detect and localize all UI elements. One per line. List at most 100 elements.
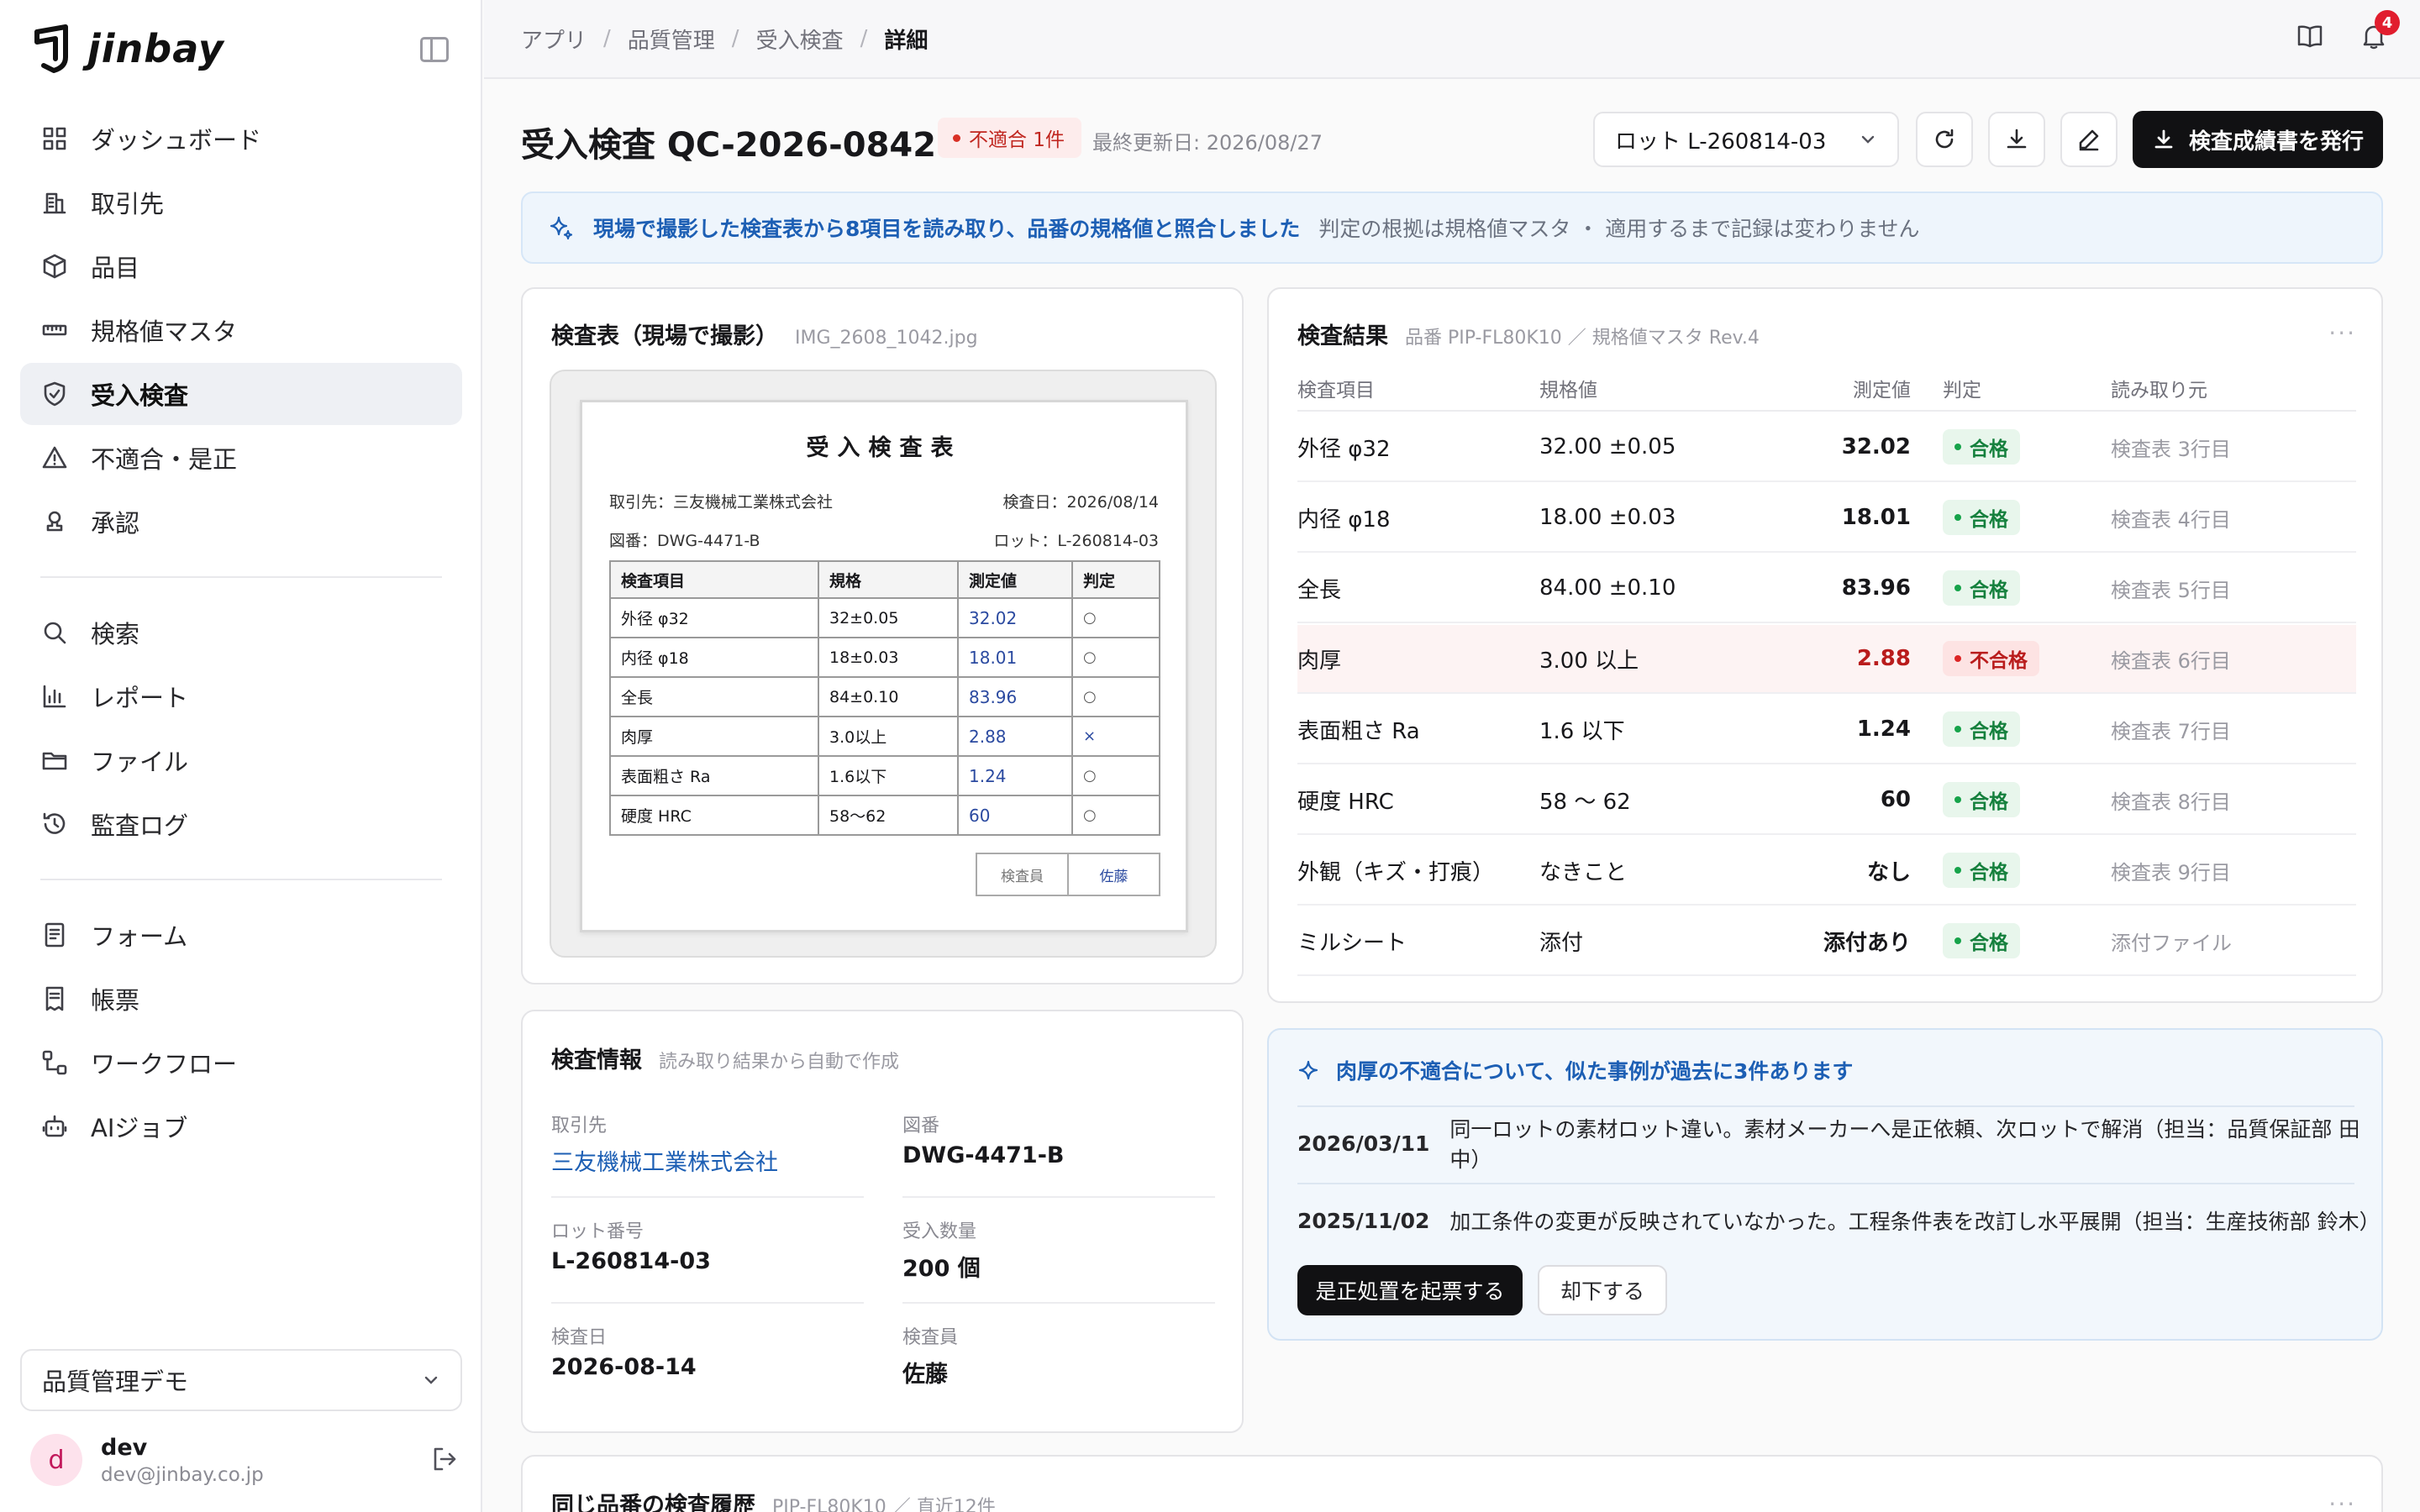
paper-cell: 58〜62 (818, 795, 959, 836)
result-source: 検査表 7行目 (2111, 719, 2231, 743)
sidebar-item-search[interactable]: 検索 (20, 601, 462, 664)
similar-case-item[interactable]: 2026/03/11 同一ロットの素材ロット違い。素材メーカーへ是正依頼、次ロット… (1297, 1117, 2381, 1172)
logout-icon[interactable] (430, 1445, 459, 1473)
sidebar-item-label: 帳票 (91, 986, 140, 1015)
judgement-label: 合格 (1970, 721, 2008, 743)
sidebar-item-dashboard[interactable]: ダッシュボード (20, 108, 462, 170)
paper-cell: 3.0以上 (818, 716, 959, 757)
result-row[interactable]: 表面粗さ Ra 1.6 以下 1.24 合格 検査表 7行目 (1297, 696, 2356, 764)
sidebar-toggle-icon[interactable] (420, 37, 449, 62)
sidebar-item-forms[interactable]: フォーム (20, 904, 462, 966)
paper-cell: 硬度 HRC (609, 795, 819, 836)
result-judgement: 合格 (1943, 907, 2020, 974)
breadcrumb-item[interactable]: 品質管理 (628, 24, 715, 55)
result-row[interactable]: 外径 φ32 32.00 ±0.05 32.02 合格 検査表 3行目 (1297, 413, 2356, 482)
create-corrective-action-button[interactable]: 是正処置を起票する (1297, 1265, 1523, 1315)
dismiss-button[interactable]: 却下する (1538, 1265, 1667, 1315)
status-dot (1954, 867, 1961, 874)
issue-certificate-button[interactable]: 検査成績書を発行 (2133, 111, 2383, 168)
refresh-button[interactable] (1916, 112, 1973, 167)
docs-button[interactable] (2296, 22, 2326, 52)
last-updated: 最終更新日: 2026/08/27 (1092, 131, 1323, 155)
sidebar-item-spec-master[interactable]: 規格値マスタ (20, 299, 462, 361)
pass-badge: 合格 (1943, 782, 2020, 817)
fail-badge: 不合格 (1943, 641, 2039, 676)
image-filename: IMG_2608_1042.jpg (795, 328, 978, 349)
sidebar-item-nonconformance[interactable]: 不適合・是正 (20, 427, 462, 489)
paper-cell: 全長 (609, 676, 819, 717)
result-value: なし (1866, 859, 1911, 885)
sparkle-icon (1298, 1060, 1318, 1080)
results-title: 検査結果 (1297, 323, 1388, 349)
result-source: 添付ファイル (2111, 931, 2232, 955)
user-email: dev@jinbay.co.jp (101, 1463, 264, 1486)
result-item: 肉厚 (1297, 648, 1342, 674)
judgement-label: 合格 (1970, 862, 2008, 884)
sidebar-item-audit-log[interactable]: 監査ログ (20, 793, 462, 855)
paper-row: 全長 84±0.10 83.96 ○ (609, 676, 1160, 717)
user-profile[interactable]: d dev dev@jinbay.co.jp (30, 1428, 459, 1492)
logo-icon (34, 24, 68, 73)
result-source: 検査表 9行目 (2111, 860, 2231, 885)
sidebar-item-files[interactable]: ファイル (20, 729, 462, 791)
sidebar-item-vouchers[interactable]: 帳票 (20, 968, 462, 1030)
sidebar-item-items[interactable]: 品目 (20, 235, 462, 297)
inspector-stamp: 検査員 佐藤 (976, 853, 1160, 896)
edit-button[interactable] (2060, 112, 2118, 167)
app-name: jinbay (87, 26, 224, 71)
card-title: 検査表（現場で撮影） IMG_2608_1042.jpg (551, 318, 978, 350)
notifications-button[interactable]: 4 (2360, 10, 2400, 52)
lot-select[interactable]: ロット L-260814-03 (1593, 112, 1899, 167)
info-subtitle: 読み取り結果から自動で作成 (659, 1052, 900, 1073)
result-spec: 添付 (1539, 930, 1584, 956)
result-row[interactable]: 硬度 HRC 58 〜 62 60 合格 検査表 8行目 (1297, 766, 2356, 835)
workspace-switcher[interactable]: 品質管理デモ (20, 1349, 462, 1411)
paper-cell: 外径 φ32 (609, 597, 819, 638)
sidebar-item-incoming-inspection[interactable]: 受入検査 (20, 363, 462, 425)
app-logo[interactable]: jinbay (32, 22, 452, 76)
inspector-value: 佐藤 (902, 1362, 948, 1388)
sidebar-item-approval[interactable]: 承認 (20, 491, 462, 553)
sidebar-item-label: 取引先 (91, 190, 165, 218)
inspection-sheet-card: 検査表（現場で撮影） IMG_2608_1042.jpg 受入検査表 取引先：三友… (521, 287, 1244, 984)
result-row[interactable]: 全長 84.00 ±0.10 83.96 合格 検査表 5行目 (1297, 554, 2356, 623)
breadcrumb-item[interactable]: 受入検査 (756, 24, 844, 55)
result-row[interactable]: 内径 φ18 18.00 ±0.03 18.01 合格 検査表 4行目 (1297, 484, 2356, 553)
divider (1297, 1105, 2354, 1107)
paper-cell: 60 (957, 795, 1073, 836)
result-spec: 32.00 ±0.05 (1539, 434, 1676, 459)
breadcrumb-current: 詳細 (884, 28, 929, 54)
sidebar-item-ai-jobs[interactable]: AIジョブ (20, 1095, 462, 1158)
sparkle-icon (550, 216, 573, 240)
pass-badge: 合格 (1943, 429, 2020, 465)
sidebar-item-suppliers[interactable]: 取引先 (20, 171, 462, 234)
status-dot (1954, 726, 1961, 732)
sidebar-item-label: フォーム (91, 922, 188, 951)
more-options-icon[interactable]: ··· (2328, 1490, 2356, 1512)
sidebar-item-label: 検索 (91, 620, 140, 648)
inspection-sheet-photo[interactable]: 受入検査表 取引先：三友機械工業株式会社 検査日：2026/08/14 図番：D… (550, 370, 1217, 958)
result-row[interactable]: 外観（キズ・打痕） なきこと なし 合格 検査表 9行目 (1297, 837, 2356, 906)
result-judgement: 合格 (1943, 766, 2020, 833)
supplier-link[interactable]: 三友機械工業株式会社 (551, 1144, 778, 1177)
paper-row: 表面粗さ Ra 1.6以下 1.24 ○ (609, 755, 1160, 796)
sidebar-item-workflow[interactable]: ワークフロー (20, 1032, 462, 1094)
folder-icon (40, 746, 69, 774)
result-spec: 58 〜 62 (1539, 789, 1631, 815)
sidebar: jinbay ダッシュボード 取引先 品目 規格値マスタ 受入検査 不適合・是正 (0, 0, 482, 1512)
paper-cell: 32.02 (957, 597, 1073, 638)
judgement-label: 合格 (1970, 438, 2008, 460)
result-row[interactable]: 肉厚 3.00 以上 2.88 不合格 検査表 6行目 (1297, 625, 2356, 694)
status-dot (1954, 444, 1961, 450)
paper-cell: ○ (1071, 676, 1160, 717)
sidebar-item-reports[interactable]: レポート (20, 665, 462, 727)
download-button[interactable] (1988, 112, 2045, 167)
top-bar: アプリ / 品質管理 / 受入検査 / 詳細 4 (484, 0, 2420, 79)
similar-case-item[interactable]: 2025/11/02 加工条件の変更が反映されていなかった。工程条件表を改訂し水平… (1297, 1200, 2381, 1242)
result-row[interactable]: ミルシート 添付 添付あり 合格 添付ファイル (1297, 907, 2356, 976)
breadcrumb-item[interactable]: アプリ (521, 24, 587, 55)
nav-divider (40, 879, 442, 880)
pass-badge: 合格 (1943, 711, 2020, 747)
result-value: 1.24 (1856, 717, 1911, 742)
more-options-icon[interactable]: ··· (2328, 319, 2356, 347)
